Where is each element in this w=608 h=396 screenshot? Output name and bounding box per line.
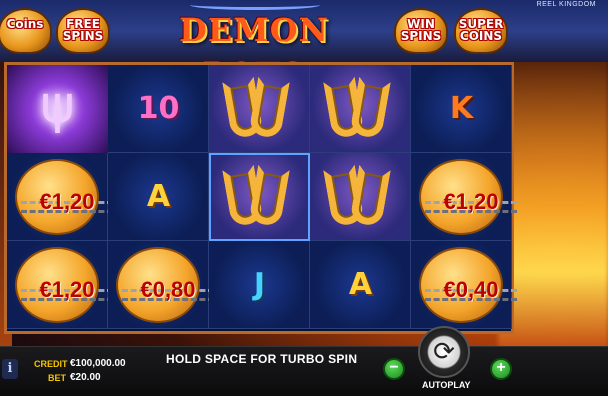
reel-cell: €0,80 (108, 241, 214, 329)
reel-cell (310, 153, 411, 241)
letter-symbol: 10 (137, 91, 180, 126)
pot-label: WIN SPINS (400, 17, 442, 43)
credit-value: €100,000.00 (70, 358, 126, 369)
letter-symbol: J (253, 267, 266, 302)
pot-label: SUPER COINS (458, 17, 504, 43)
spin-button[interactable]: ⟳ (418, 326, 470, 378)
horseshoe-icon (222, 75, 293, 143)
game-logo: DEMON POTS (179, 11, 329, 93)
reel-cell: €1,20 (7, 241, 113, 329)
trident-symbol: ψ (7, 65, 108, 153)
coin-symbol: €0,80 (116, 247, 214, 323)
game-header: Coins FREE SPINS DEMON POTS WIN SPINS SU… (0, 0, 608, 93)
credit-label: CREDIT (34, 359, 68, 369)
letter-symbol: A (348, 267, 373, 302)
reel-cell (209, 65, 310, 153)
coin-value: €1,20 (443, 189, 499, 214)
reel-cell: €0,40 (411, 241, 517, 329)
horseshoe-icon (323, 75, 394, 143)
coin-value: €1,20 (39, 277, 95, 302)
reel-cell: K (411, 65, 512, 153)
super-coins-pot: SUPER COINS (450, 2, 512, 58)
spin-arrows-icon: ⟳ (433, 337, 455, 367)
reel-cell (310, 65, 411, 153)
reel-cell: 10 (108, 65, 209, 153)
reel-cell-highlighted (209, 153, 310, 241)
coin-value: €0,80 (140, 277, 196, 302)
pot-label: FREE SPINS (62, 17, 104, 43)
win-spins-pot: WIN SPINS (390, 2, 452, 58)
coins-pot: Coins (0, 2, 56, 58)
bet-value: €20.00 (70, 372, 101, 383)
pot-label: Coins (6, 17, 44, 31)
reel-cell: ψ (7, 65, 108, 153)
letter-symbol: K (449, 91, 474, 126)
coin-value: €1,20 (39, 189, 95, 214)
coin-symbol: €0,40 (419, 247, 517, 323)
increase-bet-button[interactable]: + (490, 358, 512, 380)
free-spins-pot: FREE SPINS (52, 2, 114, 58)
bet-label: BET (48, 373, 66, 383)
reel-cell: J (209, 241, 310, 329)
horseshoe-icon (323, 163, 394, 231)
turbo-message: HOLD SPACE FOR TURBO SPIN (166, 352, 358, 366)
letter-symbol: A (146, 179, 171, 214)
coin-value: €0,40 (443, 277, 499, 302)
reel-grid[interactable]: ψ 10 K €1,20 A €1,20 €1,20 €0,80 J A €0,… (4, 62, 517, 334)
reel-cell: €1,20 (7, 153, 113, 241)
reel-cell: €1,20 (411, 153, 517, 241)
pot-icon (0, 8, 52, 54)
coin-symbol: €1,20 (15, 159, 113, 235)
autoplay-button[interactable]: AUTOPLAY (422, 380, 471, 390)
trident-icon: ψ (40, 75, 75, 135)
coin-symbol: €1,20 (419, 159, 517, 235)
coin-symbol: €1,20 (15, 247, 113, 323)
reel-cell: A (310, 241, 411, 329)
info-icon[interactable]: i (2, 359, 18, 379)
decrease-bet-button[interactable]: − (383, 358, 405, 380)
brand-label: REEL KINGDOM (536, 1, 596, 8)
game-scene: Coins FREE SPINS DEMON POTS WIN SPINS SU… (0, 0, 608, 396)
reel-cell: A (108, 153, 209, 241)
horseshoe-icon (222, 163, 293, 231)
